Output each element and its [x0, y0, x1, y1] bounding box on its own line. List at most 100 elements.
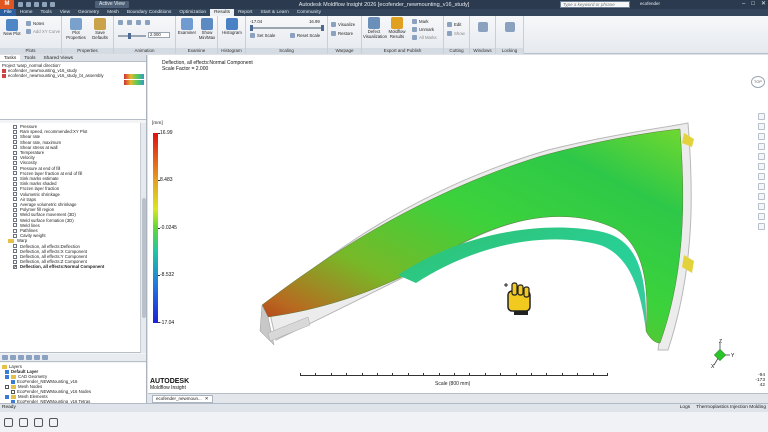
windows-button[interactable]	[476, 22, 490, 33]
result-checkbox[interactable]	[13, 244, 17, 249]
moldflow-results-button[interactable]: Moldflow Results	[386, 17, 408, 39]
set-scale-button[interactable]: Set Scale	[250, 33, 275, 38]
close-tab-icon[interactable]: ✕	[205, 396, 209, 402]
tab-boundary-conditions[interactable]: Boundary Conditions	[123, 9, 176, 16]
tab-geometry[interactable]: Geometry	[74, 9, 103, 16]
activate-layer-icon[interactable]	[18, 355, 24, 360]
tab-home[interactable]: Home	[16, 9, 37, 16]
result-checkbox[interactable]	[13, 140, 17, 145]
undo-icon[interactable]	[42, 2, 47, 7]
unmark-button[interactable]: Unmark	[412, 27, 434, 32]
result-checkbox[interactable]	[13, 176, 17, 181]
viewcube[interactable]: TOP	[751, 76, 765, 88]
pause-icon[interactable]	[127, 20, 132, 25]
result-checkbox[interactable]	[13, 264, 17, 269]
reset-view-icon[interactable]	[758, 203, 765, 210]
fit-icon[interactable]	[758, 223, 765, 230]
result-checkbox[interactable]	[13, 150, 17, 155]
zoom-window-icon[interactable]	[758, 173, 765, 180]
result-checkbox[interactable]	[13, 218, 17, 223]
tab-view[interactable]: View	[56, 9, 74, 16]
layer-properties-icon[interactable]	[26, 355, 32, 360]
all-marks-button[interactable]: All Marks	[412, 35, 437, 40]
animation-value-field[interactable]: 2.000	[148, 32, 170, 38]
redo-icon[interactable]	[50, 2, 55, 7]
new-plot-button[interactable]: New Plot	[2, 19, 22, 37]
result-checkbox[interactable]	[13, 213, 17, 218]
notes-button[interactable]: Notes	[26, 21, 44, 26]
tab-mesh[interactable]: Mesh	[103, 9, 123, 16]
result-checkbox[interactable]	[13, 249, 17, 254]
animation-slider[interactable]	[118, 35, 146, 37]
tab-shared-views[interactable]: Shared Views	[39, 55, 77, 61]
result-checkbox[interactable]	[13, 192, 17, 197]
fender-model[interactable]	[248, 105, 708, 365]
tab-optimization[interactable]: Optimization	[175, 9, 210, 16]
center-icon[interactable]	[758, 163, 765, 170]
rotate-icon[interactable]	[758, 213, 765, 220]
edit-button[interactable]: Edit	[447, 22, 461, 27]
step-icon[interactable]	[145, 20, 150, 25]
plot-properties-button[interactable]: Plot Properties	[65, 18, 87, 40]
open-icon[interactable]	[26, 2, 31, 7]
animation-slider-thumb[interactable]	[128, 33, 131, 39]
pan-icon[interactable]	[758, 123, 765, 130]
results-scrollbar[interactable]	[140, 123, 146, 353]
study-thumbnail[interactable]	[124, 80, 144, 85]
taskbar-app-icon[interactable]	[4, 417, 13, 427]
result-checkbox[interactable]	[13, 124, 17, 129]
active-view-dropdown[interactable]: Active View	[95, 1, 129, 8]
save-defaults-button[interactable]: Save Defaults	[89, 18, 111, 40]
layer-checkbox[interactable]	[5, 394, 9, 399]
mark-button[interactable]: Mark	[412, 19, 429, 24]
result-checkbox[interactable]	[13, 223, 17, 228]
model-viewport[interactable]: Deflection, all effects:Normal Component…	[148, 55, 768, 393]
new-icon[interactable]	[18, 2, 23, 7]
search-input[interactable]: Type a keyword or phrase	[560, 1, 630, 8]
new-layer-icon[interactable]	[2, 355, 8, 360]
orbit-icon[interactable]	[758, 143, 765, 150]
tab-tasks[interactable]: Tasks	[0, 55, 21, 61]
document-tab[interactable]: ecofender_newmoun... ✕	[152, 395, 213, 403]
result-checkbox[interactable]	[13, 129, 17, 134]
scale-slider-min-thumb[interactable]	[250, 25, 253, 31]
result-checkbox[interactable]	[13, 181, 17, 186]
zoom-extents-icon[interactable]	[758, 183, 765, 190]
reset-scale-button[interactable]: Reset Scale	[290, 33, 320, 38]
study-thumbnail[interactable]	[124, 74, 144, 79]
study-item[interactable]: ecofender_newmounting_v16_study_bt_assem…	[2, 73, 144, 78]
restore-button[interactable]: Restore	[331, 31, 353, 36]
tab-start-learn[interactable]: Start & Learn	[256, 9, 292, 16]
measure-icon[interactable]	[758, 193, 765, 200]
close-button[interactable]: ✕	[761, 0, 766, 9]
result-item[interactable]: Deflection, all effects:Normal Component	[0, 264, 140, 269]
layer-checkbox[interactable]	[5, 384, 9, 389]
examiner-button[interactable]: Examiner	[177, 18, 197, 36]
delete-layer-icon[interactable]	[10, 355, 16, 360]
result-checkbox[interactable]	[13, 145, 17, 150]
result-checkbox[interactable]	[13, 155, 17, 160]
result-checkbox[interactable]	[13, 166, 17, 171]
scale-slider[interactable]	[250, 27, 324, 29]
layer-checkbox[interactable]	[5, 374, 9, 379]
result-checkbox[interactable]	[13, 207, 17, 212]
maximize-button[interactable]: □	[751, 0, 755, 9]
steering-wheel-icon[interactable]	[758, 113, 765, 120]
tab-community[interactable]: Community	[293, 9, 325, 16]
result-checkbox[interactable]	[13, 228, 17, 233]
result-checkbox[interactable]	[13, 254, 17, 259]
logs-button[interactable]: Logs	[680, 404, 690, 412]
taskbar-app-icon[interactable]	[19, 417, 28, 427]
histogram-button[interactable]: Histogram	[220, 18, 244, 36]
user-account[interactable]: ecofender	[640, 1, 660, 6]
show-min-max-button[interactable]: Show Min/Max	[197, 18, 217, 40]
result-checkbox[interactable]	[13, 135, 17, 139]
scale-slider-max-thumb[interactable]	[321, 25, 324, 31]
show-button[interactable]: Show	[447, 31, 465, 36]
defect-visualization-button[interactable]: Defect Visualization	[363, 17, 387, 39]
assign-layer-icon[interactable]	[42, 355, 48, 360]
taskbar-app-icon[interactable]	[49, 417, 58, 427]
result-checkbox[interactable]	[13, 197, 17, 202]
layer-checkbox[interactable]	[11, 389, 15, 394]
expand-layer-icon[interactable]	[34, 355, 40, 360]
